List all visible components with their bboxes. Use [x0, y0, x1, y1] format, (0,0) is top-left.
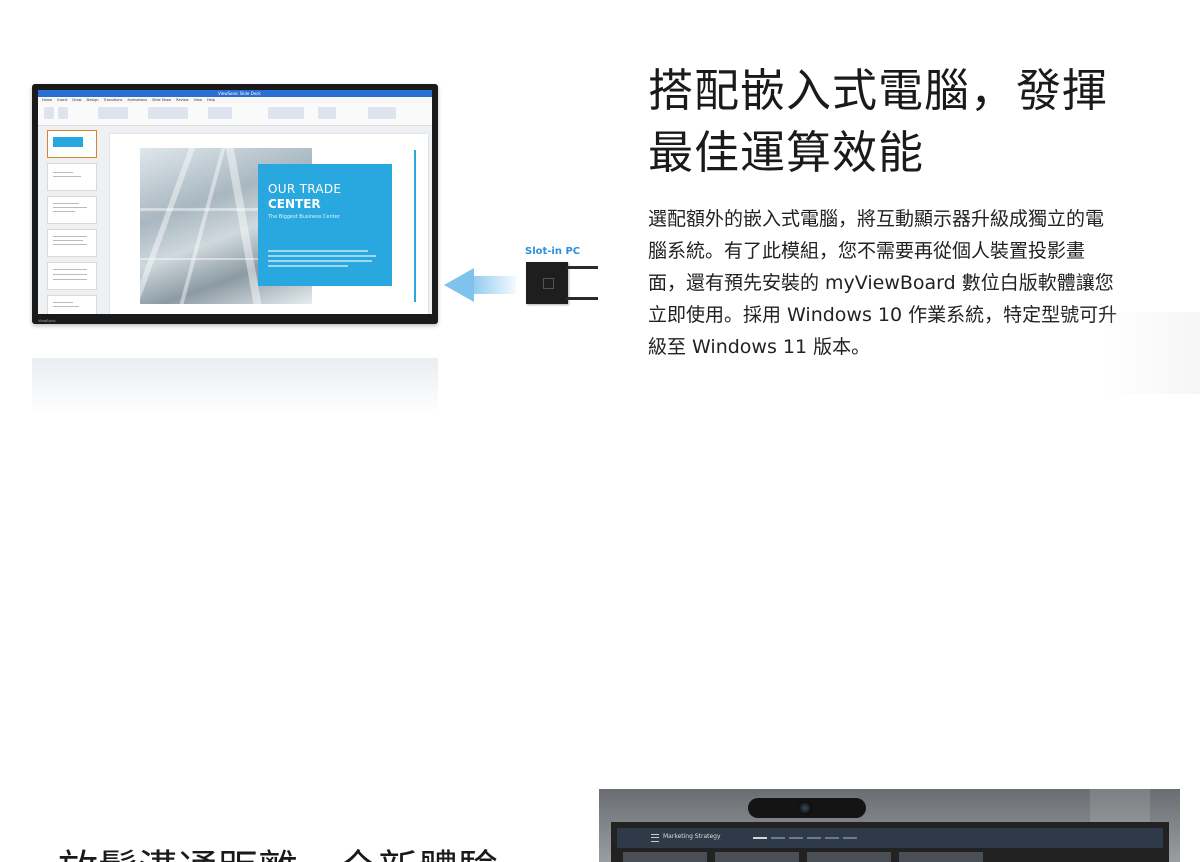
video-tile — [623, 852, 707, 862]
conference-display: Marketing Strategy — [611, 822, 1169, 862]
antenna-icon — [566, 297, 598, 300]
display-brand-label: ViewSonic — [38, 319, 56, 323]
antenna-icon — [566, 266, 598, 269]
video-tile — [899, 852, 983, 862]
section-heading: 搭配嵌入式電腦，發揮最佳運算效能 — [648, 64, 1109, 179]
video-tile — [715, 852, 799, 862]
slot-in-pc-label: Slot-in PC — [525, 246, 581, 257]
slide-subtitle: The Biggest Business Center — [268, 214, 340, 220]
app-title-bar: ViewSonic Slide Deck — [38, 90, 432, 97]
slot-in-pc-image — [526, 262, 568, 304]
menu-icon — [651, 834, 659, 842]
page: ViewSonic Slide Deck Home Insert Draw Desig… — [0, 0, 1200, 862]
slide-accent-bar — [414, 150, 416, 302]
ribbon-toolbar — [38, 103, 432, 126]
decorative-fade — [1100, 312, 1200, 394]
display-screen: ViewSonic Slide Deck Home Insert Draw Desig… — [38, 90, 432, 314]
slide-title-line-1: OUR TRADE — [268, 182, 342, 196]
slide-thumbnail — [47, 295, 97, 314]
slide-thumbnail — [47, 163, 97, 191]
slide-thumbnails — [41, 130, 97, 314]
meeting-title: Marketing Strategy — [663, 833, 721, 840]
section-body: 選配額外的嵌入式電腦，將互動顯示器升級成獨立的電腦系統。有了此模組，您不需要再從… — [648, 208, 1118, 358]
camera-lens-icon — [798, 801, 812, 815]
interactive-display-image: ViewSonic Slide Deck Home Insert Draw Desig… — [32, 84, 438, 324]
video-tile — [807, 852, 891, 862]
app-title-text: ViewSonic Slide Deck — [218, 91, 261, 96]
slide-thumbnail — [47, 262, 97, 290]
display-reflection — [32, 358, 438, 416]
slide-title-line-2: CENTER — [268, 197, 321, 211]
slide-thumbnail — [47, 130, 97, 158]
slide-title-card: OUR TRADE CENTER The Biggest Business Ce… — [258, 164, 392, 286]
arrow-left-icon — [444, 268, 516, 302]
slide-thumbnail — [47, 229, 97, 257]
slide-thumbnail — [47, 196, 97, 224]
conference-camera — [748, 798, 866, 818]
windows-logo-icon — [543, 278, 554, 289]
next-section-heading: 放鬆溝通距離，全新體驗 — [58, 848, 538, 862]
main-slide: OUR TRADE CENTER The Biggest Business Ce… — [110, 134, 428, 314]
